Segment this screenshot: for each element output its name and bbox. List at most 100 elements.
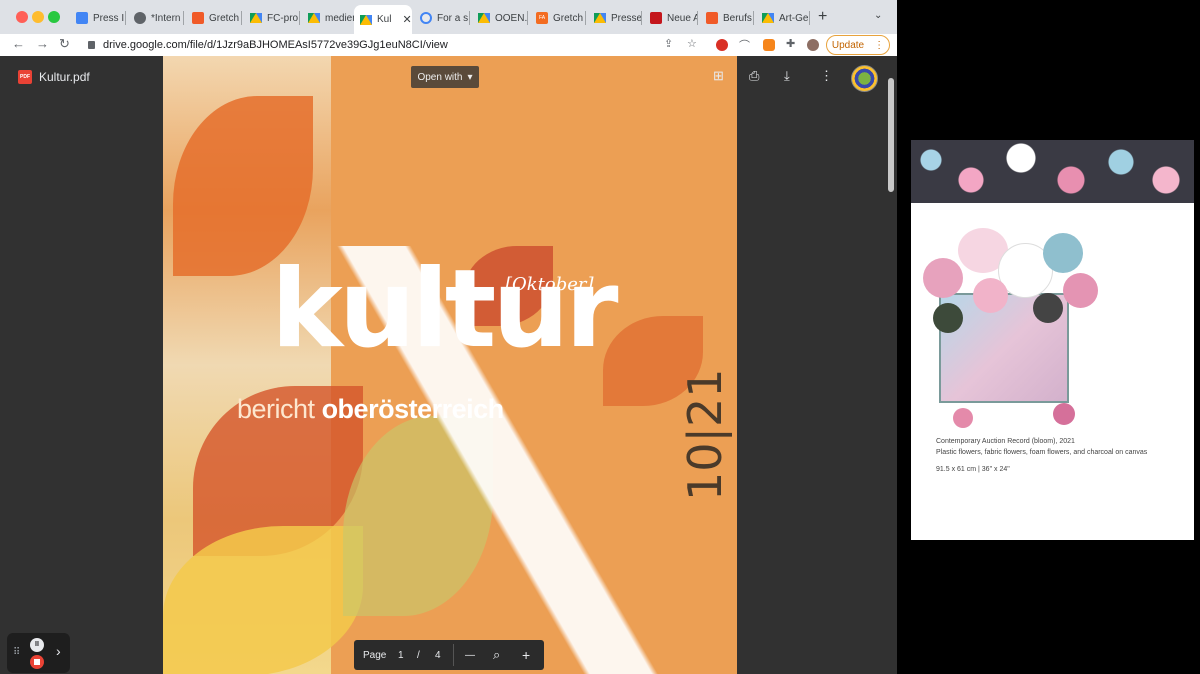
close-tab-icon[interactable]: ✕ — [402, 13, 411, 26]
tab-art-ge[interactable]: Art-Ge — [756, 6, 810, 30]
print-icon[interactable]: ⎙ — [749, 68, 759, 84]
magazine-subtitle: bericht oberösterreich — [237, 394, 504, 425]
scrollbar[interactable] — [888, 78, 894, 192]
tab-divider — [641, 11, 642, 25]
tab-gretch[interactable]: Gretch — [186, 6, 242, 30]
flower-shape — [1063, 273, 1098, 308]
artwork-panel: Contemporary Auction Record (bloom), 202… — [911, 140, 1194, 540]
new-tab-button[interactable]: + — [818, 8, 827, 26]
tab-gretch-2[interactable]: FA Gretch — [530, 6, 586, 30]
artwork-title: Contemporary Auction Record (bloom), 202… — [936, 438, 1075, 445]
drag-handle-icon[interactable]: ⠿ — [13, 647, 20, 658]
pause-recording-button[interactable]: II — [30, 638, 44, 652]
tab-label: OOEN. — [495, 12, 528, 24]
tab-medien[interactable]: medien — [302, 6, 354, 30]
file-header: PDF Kultur.pdf — [18, 70, 90, 84]
flower-shape — [973, 278, 1008, 313]
tab-divider — [527, 11, 528, 25]
tab-for-a-s[interactable]: For a s — [414, 6, 470, 30]
puzzle-icon[interactable]: ✚ — [786, 37, 795, 50]
google-docs-icon — [76, 12, 88, 24]
browser-toolbar: ← → ↻ drive.google.com/file/d/1Jzr9aBJHO… — [0, 34, 897, 56]
tab-presse[interactable]: Presse — [588, 6, 642, 30]
extension-wave-icon[interactable]: ⌒ — [739, 37, 750, 53]
tab-kultur[interactable]: Kul ✕ — [354, 5, 412, 34]
bloom-icon — [420, 12, 432, 24]
url-text[interactable]: drive.google.com/file/d/1Jzr9aBJHOMEAsI5… — [103, 39, 448, 51]
flower-shape — [933, 303, 963, 333]
minimize-window-button[interactable] — [32, 11, 44, 23]
subtitle-light: bericht — [237, 394, 315, 424]
tab-divider — [125, 11, 126, 25]
update-button[interactable]: Update ⋮ — [826, 35, 890, 55]
add-comment-icon[interactable]: ⊞ — [713, 68, 724, 84]
flower-shape — [923, 258, 963, 298]
update-label: Update — [831, 39, 865, 51]
tab-press[interactable]: Press I — [70, 6, 126, 30]
tab-label: Gretch — [209, 12, 240, 24]
issue-month: [Oktober] — [505, 274, 594, 295]
browser-window: Press I *Intern Gretch FC-pro medien — [0, 0, 897, 674]
more-vertical-icon: ⋮ — [874, 39, 885, 51]
globe-icon — [134, 12, 146, 24]
extension-icon[interactable] — [716, 39, 728, 51]
forward-arrow-icon[interactable]: → — [36, 36, 49, 51]
artwork-caption: Contemporary Auction Record (bloom), 202… — [936, 436, 1147, 458]
more-vertical-icon[interactable]: ⋮ — [820, 68, 833, 84]
close-window-button[interactable] — [16, 11, 28, 23]
tab-berufs[interactable]: Berufs — [700, 6, 754, 30]
tab-label: Neue A — [667, 12, 698, 24]
tab-divider — [299, 11, 300, 25]
tab-label: Art-Ge — [779, 12, 809, 24]
tab-label: *Intern — [151, 12, 181, 24]
google-drive-icon — [250, 13, 262, 23]
maximize-window-button[interactable] — [48, 11, 60, 23]
profile-icon[interactable] — [807, 39, 819, 51]
reload-icon[interactable]: ↻ — [59, 36, 70, 52]
artwork-dimensions: 91.5 x 61 cm | 36" x 24" — [936, 466, 1010, 473]
recording-controls: ⠿ II › — [7, 633, 70, 673]
tab-label: Presse — [611, 12, 642, 24]
tab-ooen[interactable]: OOEN. — [472, 6, 528, 30]
flower-shape — [1033, 293, 1063, 323]
tab-fc-pro[interactable]: FC-pro — [244, 6, 300, 30]
total-pages: 4 — [435, 649, 441, 661]
google-drive-icon — [594, 13, 606, 23]
artwork-image — [913, 218, 1101, 432]
tab-divider — [809, 11, 810, 25]
current-page-input[interactable]: 1 — [398, 650, 404, 661]
news-icon — [650, 12, 662, 24]
star-icon[interactable]: ☆ — [687, 37, 697, 50]
screen: Press I *Intern Gretch FC-pro medien — [0, 0, 1200, 674]
flower-shape — [953, 408, 973, 428]
account-avatar[interactable] — [851, 65, 878, 92]
stop-recording-button[interactable] — [30, 655, 44, 669]
tab-neue[interactable]: Neue A — [644, 6, 698, 30]
share-icon[interactable]: ⇪ — [664, 37, 673, 50]
google-drive-icon — [360, 14, 372, 25]
chevron-down-icon[interactable]: ⌄ — [874, 10, 882, 21]
tab-label: Gretch — [553, 12, 584, 24]
tab-divider — [697, 11, 698, 25]
zoom-out-button[interactable]: — — [465, 650, 475, 661]
artwork-medium: Plastic flowers, fabric flowers, foam fl… — [936, 449, 1148, 456]
metamask-icon[interactable] — [763, 39, 775, 51]
chevron-right-icon[interactable]: › — [56, 643, 61, 659]
back-arrow-icon[interactable]: ← — [12, 36, 25, 51]
tab-label: Kul — [377, 14, 392, 25]
address-bar[interactable]: drive.google.com/file/d/1Jzr9aBJHOMEAsI5… — [84, 35, 704, 55]
orange-square-icon — [706, 12, 718, 24]
fa-icon: FA — [536, 12, 548, 24]
flower-shape — [1053, 403, 1075, 425]
orange-square-icon — [192, 12, 204, 24]
lock-icon — [88, 41, 95, 49]
zoom-magnifier-icon[interactable]: ⌕ — [493, 647, 500, 663]
tab-label: For a s — [437, 12, 469, 24]
download-icon[interactable]: ⤓ — [784, 68, 790, 84]
page-separator: / — [417, 649, 420, 661]
zoom-in-button[interactable]: + — [522, 647, 530, 663]
flower-shape — [1043, 233, 1083, 273]
issue-number: 10|21 — [678, 368, 732, 501]
open-with-button[interactable]: Open with ▾ — [411, 66, 479, 88]
tab-intern[interactable]: *Intern — [128, 6, 184, 30]
